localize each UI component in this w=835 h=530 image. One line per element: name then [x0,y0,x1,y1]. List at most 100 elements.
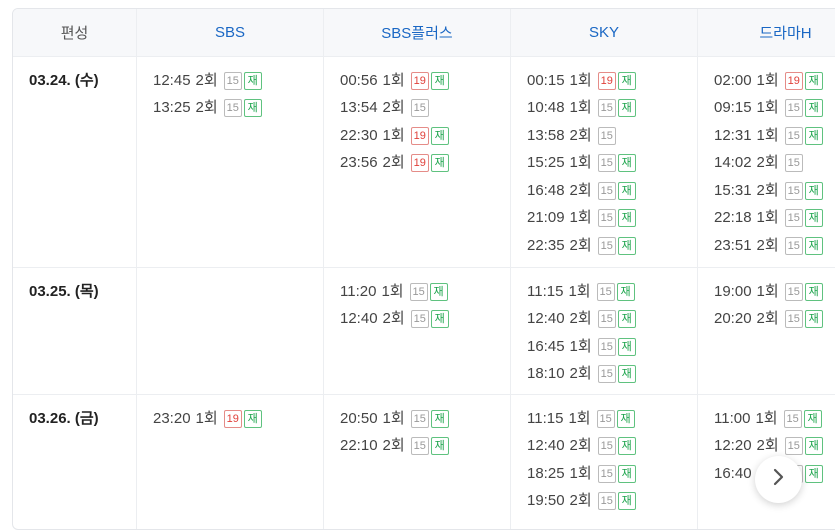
age-15-badge: 15 [597,236,616,255]
broadcast-slot[interactable]: 10:48 1회 15 재 [527,95,697,123]
broadcast-slot[interactable]: 21:09 1회 15 재 [527,205,697,233]
slot-time: 11:20 [340,282,377,300]
broadcast-slot[interactable]: 19:00 1회 15 재 [714,278,835,306]
slot-episode: 1회 [569,154,592,172]
date-cell: 03.25. (목) [13,268,137,394]
age-15-badge: 15 [409,282,428,301]
channel-header-sky[interactable]: SKY [511,9,698,56]
broadcast-slot[interactable]: 16:48 2회 15 재 [527,177,697,205]
slot-time: 16:40 [714,464,752,482]
slot-episode: 1회 [756,209,779,227]
channel-slot-cell: 02:00 1회 19 재 09:15 1회 15 재 12:31 1회 15 재 14:02 2회 15 1… [698,57,835,267]
age-15-badge: 15 [784,310,803,329]
broadcast-slot[interactable]: 12:45 2회 15 재 [153,67,323,95]
age-15-badge: 15 [784,209,803,228]
slot-episode: 2회 [756,236,779,254]
slot-time: 11:15 [527,282,564,300]
age-15-badge: 15 [597,492,616,511]
broadcast-slot[interactable]: 11:20 1회 15 재 [340,278,510,306]
next-button[interactable] [755,456,802,503]
slot-time: 12:45 [153,71,191,89]
broadcast-slot[interactable]: 12:31 1회 15 재 [714,122,835,150]
channel-slot-cell: 00:56 1회 19 재 13:54 2회 15 22:30 1회 19 재 23:56 2회 19 재 [324,57,511,267]
broadcast-slot[interactable]: 11:15 1회 15 재 [527,278,697,306]
broadcast-slot[interactable]: 23:56 2회 19 재 [340,150,510,178]
slot-episode: 1회 [568,282,591,300]
age-15-badge: 15 [784,181,803,200]
broadcast-slot[interactable]: 13:25 2회 15 재 [153,95,323,123]
broadcast-slot[interactable]: 13:54 2회 15 [340,95,510,123]
slot-time: 16:48 [527,181,565,199]
broadcast-slot[interactable]: 00:15 1회 19 재 [527,67,697,95]
age-15-badge: 15 [597,310,616,329]
channel-header-sbs-plus[interactable]: SBS플러스 [324,9,511,56]
broadcast-slot[interactable]: 09:15 1회 15 재 [714,95,835,123]
rerun-badge: 재 [804,209,823,228]
slot-episode: 2회 [569,181,592,199]
broadcast-slot[interactable]: 02:00 1회 19 재 [714,67,835,95]
age-15-badge: 15 [784,99,803,118]
age-19-badge: 19 [410,71,429,90]
slot-time: 13:25 [153,99,191,117]
age-15-badge: 15 [410,437,429,456]
broadcast-slot[interactable]: 22:10 2회 15 재 [340,433,510,461]
slot-episode: 1회 [756,282,779,300]
broadcast-slot[interactable]: 18:25 1회 15 재 [527,460,697,488]
broadcast-slot[interactable]: 11:15 1회 15 재 [527,405,697,433]
slot-episode: 2회 [382,154,405,172]
slot-episode: 1회 [569,337,592,355]
slot-time: 20:50 [340,409,378,427]
broadcast-slot[interactable]: 22:35 2회 15 재 [527,232,697,260]
date-cell: 03.26. (금) [13,395,137,529]
slot-time: 00:15 [527,71,565,89]
rerun-badge: 재 [617,154,636,173]
broadcast-slot[interactable]: 13:58 2회 15 [527,122,697,150]
broadcast-slot[interactable]: 20:20 2회 15 재 [714,306,835,334]
broadcast-slot[interactable]: 00:56 1회 19 재 [340,67,510,95]
broadcast-slot[interactable]: 23:20 1회 19 재 [153,405,323,433]
slot-episode: 1회 [381,282,404,300]
rerun-badge: 재 [617,209,636,228]
broadcast-slot[interactable]: 16:45 1회 15 재 [527,333,697,361]
rerun-badge: 재 [617,181,636,200]
slot-episode: 1회 [756,71,779,89]
age-15-badge: 15 [410,310,429,329]
slot-episode: 1회 [569,209,592,227]
slot-time: 18:10 [527,365,565,383]
broadcast-slot[interactable]: 20:50 1회 15 재 [340,405,510,433]
broadcast-slot[interactable]: 15:31 2회 15 재 [714,177,835,205]
slot-episode: 1회 [382,71,405,89]
age-15-badge: 15 [596,282,615,301]
broadcast-slot[interactable]: 19:50 2회 15 재 [527,488,697,516]
broadcast-slot[interactable]: 11:00 1회 15 재 [714,405,835,433]
slot-episode: 1회 [195,409,218,427]
schedule-row: 03.25. (목) 11:20 1회 15 재 12:40 2회 15 재 11:15 1회 15 재… [13,268,835,395]
age-19-badge: 19 [784,71,803,90]
slot-time: 16:45 [527,337,565,355]
broadcast-slot[interactable]: 15:25 1회 15 재 [527,150,697,178]
broadcast-slot[interactable]: 22:18 1회 15 재 [714,205,835,233]
table-header: 편성 SBS SBS플러스 SKY 드라마H [13,9,835,57]
slot-episode: 2회 [569,236,592,254]
slot-time: 13:54 [340,99,378,117]
channel-header-sbs[interactable]: SBS [137,9,324,56]
rerun-badge: 재 [804,181,823,200]
broadcast-slot[interactable]: 14:02 2회 15 [714,150,835,178]
slot-episode: 1회 [568,409,591,427]
channel-slot-cell: 23:20 1회 19 재 [137,395,324,529]
channel-header-drama-h[interactable]: 드라마H [698,9,835,56]
rerun-badge: 재 [804,236,823,255]
broadcast-slot[interactable]: 18:10 2회 15 재 [527,361,697,389]
broadcast-slot[interactable]: 22:30 1회 19 재 [340,122,510,150]
broadcast-slot[interactable]: 12:40 2회 15 재 [527,306,697,334]
slot-episode: 2회 [569,310,592,328]
slot-time: 22:10 [340,437,378,455]
broadcast-slot[interactable]: 12:40 2회 15 재 [527,433,697,461]
slot-episode: 2회 [382,99,405,117]
rerun-badge: 재 [617,337,636,356]
broadcast-slot[interactable]: 23:51 2회 15 재 [714,232,835,260]
slot-episode: 1회 [569,71,592,89]
schedule-row: 03.26. (금) 23:20 1회 19 재 20:50 1회 15 재 22:10 2회 15 재… [13,395,835,529]
slot-time: 20:20 [714,310,752,328]
broadcast-slot[interactable]: 12:40 2회 15 재 [340,306,510,334]
